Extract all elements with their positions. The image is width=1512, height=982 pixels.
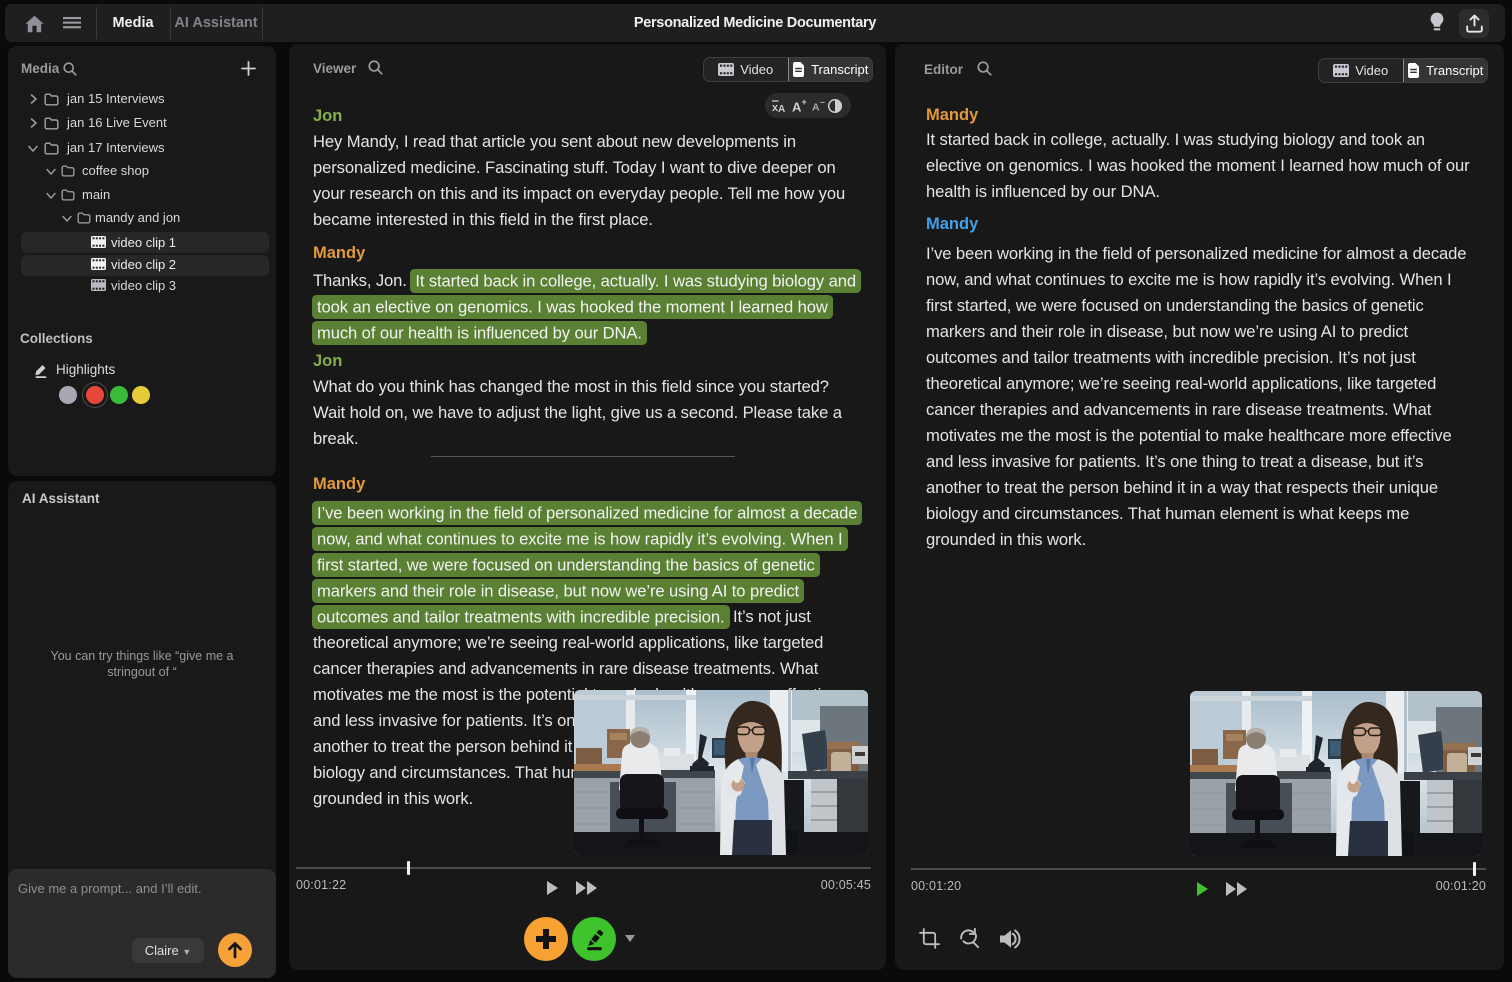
svg-text:A: A: [812, 102, 820, 114]
svg-text:+: +: [802, 98, 807, 107]
svg-text:–: –: [820, 98, 825, 107]
svg-text:A: A: [778, 104, 785, 114]
svg-text:A: A: [792, 100, 802, 115]
